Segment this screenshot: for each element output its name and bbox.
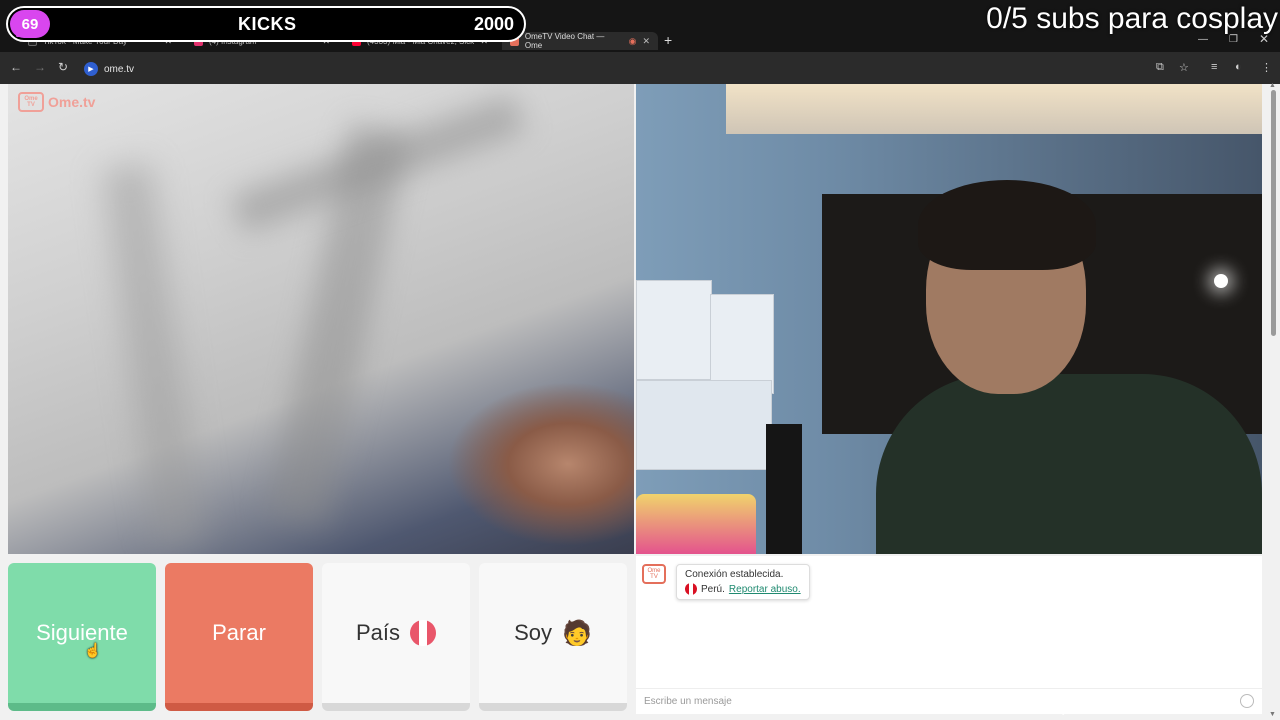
country-label: País [355,620,401,645]
kicks-goal-value: 2000 [473,14,514,34]
logo-text: Ome.tv [48,94,96,110]
partner-country: Perú. [701,583,725,595]
blur-shape [101,162,205,546]
tv-icon: Ome TV [18,92,44,112]
connection-status: Conexión establecida. [685,569,784,580]
site-info-icon[interactable]: ▶ [84,62,98,76]
snack-can [636,494,756,554]
kicks-label: KICKS [238,14,297,34]
bookmark-star-icon[interactable]: ☆ [1179,61,1189,74]
person-body [876,374,1262,554]
menu-icon[interactable]: ⋮ [1261,61,1272,74]
recording-icon: ◉ [628,35,637,46]
drawing-paper [710,294,774,394]
chat-panel: Ome TV Conexión establecida. Perú. Repor… [636,556,1262,714]
mouse-cursor-icon: ☝ [84,642,102,658]
report-abuse-link[interactable]: Reportar abuso. [729,584,801,595]
tab-ometv[interactable]: OmeTV Video Chat — Ome ◉ ✕ [502,32,658,50]
new-tab-button[interactable]: + [664,32,672,48]
kicks-progress-fill [16,34,34,37]
ometv-chat-avatar-icon: Ome TV [642,564,666,584]
remote-video [636,84,1262,554]
ometv-logo[interactable]: Ome TV Ome.tv [18,92,95,112]
message-placeholder: Escribe un mensaje [644,696,732,707]
peru-flag-icon [685,583,697,595]
back-icon[interactable]: ← [10,60,22,74]
drawing-paper [636,380,772,470]
stop-button[interactable]: Parar [165,563,313,711]
close-icon[interactable]: ✕ [642,36,650,47]
profile-avatar[interactable]: ◐ [1235,61,1242,73]
next-label: Siguiente [36,620,128,645]
url-text: ome.tv [104,63,135,75]
emoji-picker-icon[interactable] [1240,694,1254,708]
ceiling [726,84,1262,134]
gender-label: Soy [514,620,553,645]
boy-emoji-icon: 🧑 [562,619,592,647]
keyboard-instrument [766,424,802,554]
tab-title: OmeTV Video Chat — Ome [524,32,605,50]
local-video: Ome TV Ome.tv [8,84,634,554]
bottom-overlay-text: Tito el comparte el banner [964,694,1196,716]
kicks-goal-bar: 69 KICKS 2000 [6,6,526,42]
person-hair [918,180,1096,270]
ometv-page: Ome TV Ome.tv Siguiente Parar País Soy 🧑… [0,82,1280,720]
stop-label: Parar [212,620,266,645]
page-scrollbar[interactable]: ▲ ▼ [1268,82,1278,720]
scroll-up-icon[interactable]: ▲ [1269,82,1276,89]
install-app-icon[interactable]: ⧉ [1156,61,1164,74]
browser-address-bar: ← → ↻ ▶ ome.tv ⧉ ☆ ≡ ◐ ⋮ [0,52,1280,84]
system-message: Conexión establecida. Perú. Reportar abu… [676,564,810,600]
scroll-thumb[interactable] [1271,90,1276,336]
drawing-paper [636,280,712,380]
lamp [1214,274,1228,288]
peru-flag-icon [410,620,437,646]
country-button[interactable]: País [322,563,470,711]
gender-button[interactable]: Soy 🧑 [479,563,627,711]
tab-search-icon[interactable]: ≡ [1211,61,1217,73]
url-field[interactable]: ▶ ome.tv [84,60,134,78]
next-button[interactable]: Siguiente [8,563,156,711]
forward-icon[interactable]: → [34,60,46,74]
scroll-down-icon[interactable]: ▼ [1269,711,1276,718]
subs-goal-text: 0/5 subs para cosplay [986,2,1278,35]
reload-icon[interactable]: ↻ [58,60,68,74]
